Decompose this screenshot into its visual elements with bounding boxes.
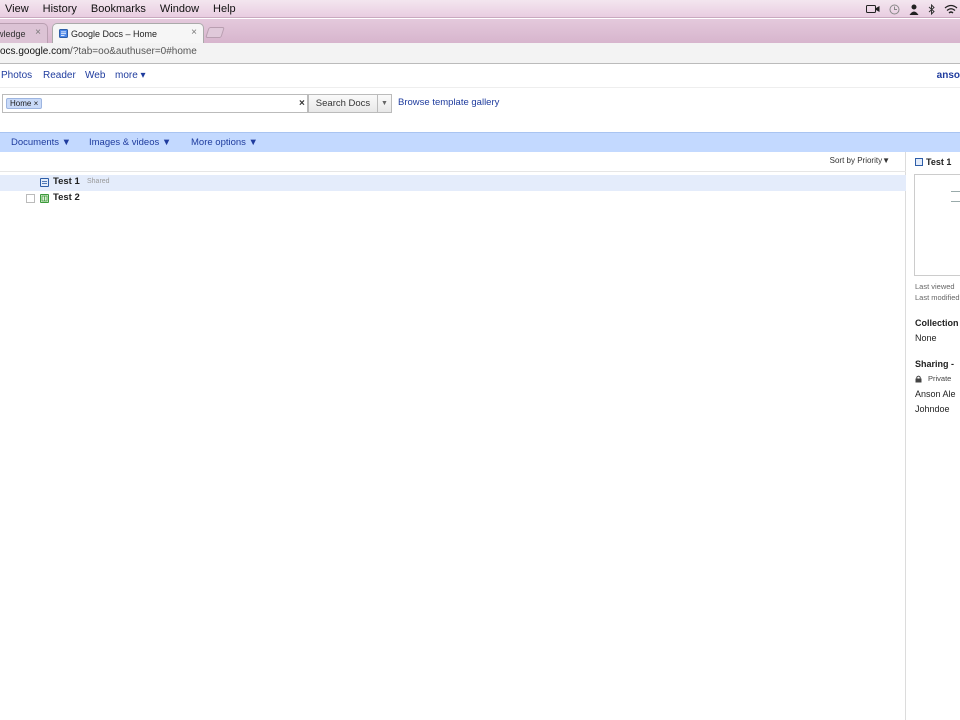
google-docs-favicon-icon — [59, 29, 68, 38]
sort-by-priority-dropdown[interactable]: Sort by Priority▼ — [830, 156, 890, 165]
row-checkbox[interactable] — [26, 194, 35, 203]
doc-title[interactable]: Test 1 — [53, 176, 80, 187]
user-icon[interactable] — [909, 4, 919, 15]
document-list: Sort by Priority▼ Test 1 Shared Test 2 — [0, 152, 906, 720]
browse-template-gallery-link[interactable]: Browse template gallery — [398, 97, 499, 108]
search-options-dropdown[interactable]: ▼ — [378, 94, 392, 113]
sharing-heading[interactable]: Sharing - — [915, 359, 954, 369]
table-row[interactable]: Test 2 — [0, 191, 906, 207]
docs-toolbar: Documents ▼ Images & videos ▼ More optio… — [0, 132, 960, 152]
account-name[interactable]: anso — [937, 70, 960, 81]
private-label: Private — [928, 374, 952, 383]
tab-knowledge[interactable]: wledge × — [0, 23, 48, 43]
menu-view[interactable]: View — [0, 3, 36, 15]
close-icon[interactable]: × — [191, 27, 197, 38]
menubar-status-icons — [866, 0, 958, 18]
url-path: /?tab=oo&authuser=0#home — [70, 46, 197, 57]
address-bar[interactable]: ocs.google.com/?tab=oo&authuser=0#home — [0, 43, 960, 64]
search-row: Home × × Search Docs ▼ Browse template g… — [0, 93, 960, 115]
row-checkbox[interactable] — [26, 178, 35, 187]
menu-window[interactable]: Window — [153, 3, 206, 15]
documents-menu[interactable]: Documents ▼ — [11, 137, 71, 148]
tab-google-docs-home[interactable]: Google Docs – Home × — [52, 23, 204, 43]
googlebar-photos-link[interactable]: Photos — [1, 70, 32, 81]
tab-label: Google Docs – Home — [71, 28, 158, 39]
new-tab-button[interactable] — [205, 27, 225, 38]
shared-badge: Shared — [87, 178, 110, 185]
home-filter-chip[interactable]: Home × — [6, 98, 43, 109]
url-text[interactable]: ocs.google.com/?tab=oo&authuser=0#home — [0, 46, 197, 57]
bluetooth-icon[interactable] — [928, 3, 935, 15]
browser-tab-strip: wledge × Google Docs – Home × — [0, 19, 960, 43]
menu-bookmarks[interactable]: Bookmarks — [84, 3, 153, 15]
document-preview-thumbnail[interactable] — [914, 174, 960, 276]
details-title-text: Test 1 — [926, 157, 952, 167]
shared-person: Anson Ale — [915, 389, 956, 399]
tab-label: wledge — [0, 28, 26, 39]
last-modified-label: Last modified — [915, 293, 960, 302]
collections-heading: Collection — [915, 318, 959, 328]
last-viewed-label: Last viewed — [915, 282, 955, 291]
table-row[interactable]: Test 1 Shared — [0, 175, 906, 191]
close-icon[interactable]: × — [35, 27, 41, 38]
more-options-menu[interactable]: More options ▼ — [191, 137, 258, 148]
spreadsheet-icon — [40, 194, 49, 203]
clock-icon[interactable] — [889, 4, 900, 15]
collections-value: None — [915, 333, 937, 343]
googlebar-reader-link[interactable]: Reader — [43, 70, 76, 81]
private-status: Private — [915, 374, 951, 383]
document-icon — [915, 158, 923, 166]
clear-search-icon[interactable]: × — [299, 98, 305, 109]
images-videos-menu[interactable]: Images & videos ▼ — [89, 137, 171, 148]
menu-history[interactable]: History — [36, 3, 84, 15]
mac-menubar: View History Bookmarks Window Help — [0, 0, 960, 18]
shared-person: Johndoe — [915, 404, 950, 414]
camera-icon[interactable] — [866, 4, 880, 14]
menu-help[interactable]: Help — [206, 3, 243, 15]
wifi-icon[interactable] — [944, 4, 958, 15]
googlebar-web-link[interactable]: Web — [85, 70, 105, 81]
details-panel: Test 1 Last viewed Last modified Collect… — [907, 152, 960, 720]
preview-line — [951, 191, 960, 192]
details-title[interactable]: Test 1 — [915, 157, 951, 167]
google-bar: Photos Reader Web more ▾ anso — [0, 64, 960, 88]
googlebar-more-link[interactable]: more ▾ — [115, 70, 146, 81]
lock-icon — [915, 375, 922, 382]
document-icon — [40, 178, 49, 187]
doc-title[interactable]: Test 2 — [53, 192, 80, 203]
sort-bar: Sort by Priority▼ — [0, 152, 906, 172]
search-docs-button[interactable]: Search Docs — [308, 94, 378, 113]
url-host: ocs.google.com — [0, 46, 71, 57]
search-input[interactable]: Home × × — [2, 94, 308, 113]
preview-line — [951, 201, 960, 202]
